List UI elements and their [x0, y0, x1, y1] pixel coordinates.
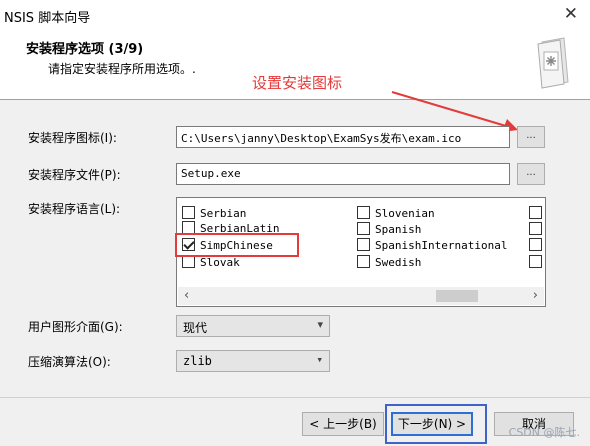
language-item[interactable]	[529, 255, 545, 269]
language-item[interactable]: Slovak	[182, 255, 240, 269]
wizard-header: 安装程序选项 (3/9) 请指定安装程序所用选项。. 设置安装图标	[0, 30, 590, 100]
scroll-left-icon[interactable]: ‹	[184, 288, 189, 303]
checkbox-checked-icon[interactable]	[182, 238, 195, 251]
back-button[interactable]: < 上一步(B)	[302, 412, 384, 436]
checkbox-icon[interactable]	[357, 222, 370, 235]
language-item[interactable]: Spanish	[357, 222, 421, 236]
icon-path-field[interactable]: C:\Users\janny\Desktop\ExamSys发布\exam.ic…	[176, 126, 510, 148]
title-bar: NSIS 脚本向导 ✕	[0, 0, 590, 30]
checkbox-icon[interactable]	[357, 206, 370, 219]
ui-type-select[interactable]: 现代 ▾	[176, 315, 330, 337]
language-item[interactable]: SpanishInternational	[357, 238, 507, 252]
checkbox-icon[interactable]	[182, 255, 195, 268]
window-title: NSIS 脚本向导	[4, 11, 91, 26]
checkbox-icon[interactable]	[357, 238, 370, 251]
chevron-down-icon[interactable]: ▾	[316, 353, 323, 366]
watermark: CSDN @陈七.	[508, 426, 580, 439]
language-item[interactable]: Swedish	[357, 255, 421, 269]
language-item[interactable]: Serbian	[182, 206, 246, 220]
scroll-thumb[interactable]	[436, 290, 478, 302]
file-path-field[interactable]: Setup.exe	[176, 163, 510, 185]
annotation-text: 设置安装图标	[252, 74, 343, 92]
compression-select[interactable]: zlib ▾	[176, 350, 330, 372]
language-item[interactable]	[529, 222, 545, 236]
checkbox-icon[interactable]	[529, 238, 542, 251]
checkbox-icon[interactable]	[182, 221, 195, 234]
scroll-right-icon[interactable]: ›	[533, 288, 538, 303]
language-label: 安装程序语言(L):	[28, 202, 121, 216]
step-subtitle: 请指定安装程序所用选项。.	[48, 62, 196, 76]
language-item-selected[interactable]: SimpChinese	[182, 238, 273, 252]
language-item[interactable]: Slovenian	[357, 206, 435, 220]
chevron-down-icon[interactable]: ▾	[317, 318, 323, 331]
icon-label: 安装程序图标(I):	[28, 131, 117, 145]
checkbox-icon[interactable]	[529, 255, 542, 268]
close-icon[interactable]: ✕	[564, 4, 578, 24]
checkbox-icon[interactable]	[182, 206, 195, 219]
language-item[interactable]	[529, 238, 545, 252]
checkbox-icon[interactable]	[529, 206, 542, 219]
checkbox-icon[interactable]	[529, 222, 542, 235]
footer-divider	[0, 397, 590, 398]
file-label: 安装程序文件(P):	[28, 168, 121, 182]
installer-logo-icon	[537, 37, 569, 89]
step-title: 安装程序选项 (3/9)	[26, 42, 144, 57]
icon-browse-button[interactable]: ...	[517, 126, 545, 148]
ui-type-label: 用户图形介面(G):	[28, 320, 123, 334]
language-item[interactable]: SerbianLatin	[182, 221, 279, 235]
horizontal-scrollbar[interactable]: ‹ ›	[178, 287, 544, 305]
language-item[interactable]	[529, 206, 545, 220]
checkbox-icon[interactable]	[357, 255, 370, 268]
language-list[interactable]: Serbian SerbianLatin SimpChinese Slovak …	[176, 197, 546, 307]
next-button[interactable]: 下一步(N) >	[391, 412, 473, 436]
compression-label: 压缩演算法(O):	[28, 355, 111, 369]
file-browse-button[interactable]: ...	[517, 163, 545, 185]
